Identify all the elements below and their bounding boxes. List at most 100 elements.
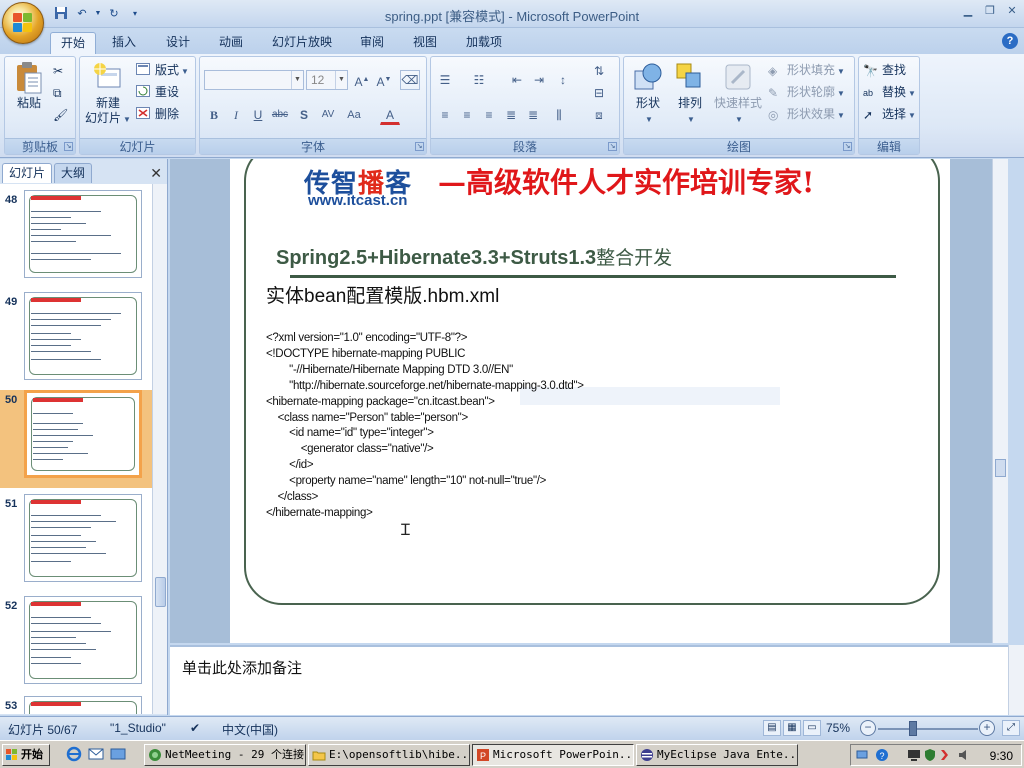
copy-button[interactable]: ⧉ [53, 83, 72, 101]
scrollbar-thumb[interactable] [155, 577, 166, 607]
zoom-out-icon[interactable]: − [860, 720, 876, 736]
tab-review[interactable]: 审阅 [350, 32, 394, 54]
notes-scrollbar[interactable] [1008, 645, 1024, 715]
network-icon[interactable] [855, 748, 869, 762]
select-button[interactable]: ➚ 选择 ▼ [863, 105, 916, 123]
code-block[interactable]: <?xml version="1.0" encoding="UTF-8"?> <… [266, 331, 584, 522]
notes-pane[interactable]: 单击此处添加备注 [170, 645, 1008, 715]
grow-font-button[interactable]: A▲ [352, 70, 372, 90]
zoom-level[interactable]: 75% [826, 721, 850, 735]
zoom-slider[interactable] [878, 728, 978, 730]
tab-view[interactable]: 视图 [403, 32, 447, 54]
layout-button[interactable]: 版式 ▼ [136, 61, 189, 79]
slide-thumbnail[interactable] [24, 696, 142, 714]
drawing-launcher-icon[interactable]: ↘ [843, 142, 852, 151]
show-desktop-icon[interactable] [110, 746, 126, 762]
decrease-indent-icon[interactable]: ⇤ [507, 70, 527, 90]
shape-fill-button[interactable]: ◈ 形状填充 ▼ [768, 61, 845, 79]
justify-icon[interactable]: ≣ [501, 105, 521, 125]
bullets-icon[interactable]: ☰ [435, 70, 455, 90]
line-spacing-icon[interactable]: ↕ [553, 70, 573, 90]
taskbar-item-powerpoint[interactable]: P Microsoft PowerPoin... [472, 744, 634, 766]
outlook-express-icon[interactable] [88, 746, 104, 762]
find-button[interactable]: 🔭 查找 [863, 61, 906, 79]
font-name-dropdown-icon[interactable]: ▼ [291, 71, 303, 89]
change-case-icon[interactable]: Aa [344, 105, 364, 125]
tab-outline[interactable]: 大纲 [54, 163, 93, 183]
cut-button[interactable]: ✂ [53, 61, 72, 79]
reset-button[interactable]: 重设 [136, 83, 179, 101]
taskbar-item-explorer[interactable]: E:\opensoftlib\hibe... [308, 744, 470, 766]
thumbnail-row[interactable]: 51 [0, 494, 152, 592]
bold-button[interactable]: B [204, 105, 224, 125]
font-size-dropdown-icon[interactable]: ▼ [335, 71, 347, 89]
shadow-button[interactable]: S [294, 105, 314, 125]
slide-thumbnail[interactable] [24, 292, 142, 380]
arrange-button[interactable]: 排列 ▼ [670, 61, 710, 127]
slideshow-view-icon[interactable]: ▭ [803, 720, 821, 736]
increase-indent-icon[interactable]: ⇥ [529, 70, 549, 90]
scrollbar-thumb[interactable] [995, 459, 1006, 477]
replace-button[interactable]: ab 替换 ▼ [863, 83, 916, 101]
clipboard-launcher-icon[interactable]: ↘ [64, 142, 73, 151]
internet-explorer-icon[interactable] [66, 746, 82, 762]
antivirus-icon[interactable] [939, 748, 953, 762]
fit-to-window-icon[interactable]: ⤢ [1002, 720, 1020, 736]
help-tray-icon[interactable]: ? [875, 748, 889, 762]
tab-addins[interactable]: 加载项 [456, 32, 512, 54]
close-button[interactable]: ✕ [1004, 4, 1020, 18]
zoom-slider-thumb[interactable] [909, 721, 917, 736]
slide-thumbnail[interactable] [24, 596, 142, 684]
font-name-combo[interactable]: ▼ [204, 70, 304, 90]
distributed-icon[interactable]: ≣ [523, 105, 543, 125]
align-center-icon[interactable]: ≡ [457, 105, 477, 125]
slide-heading[interactable]: 实体bean配置模版.hbm.xml [266, 281, 499, 308]
tab-design[interactable]: 设计 [156, 32, 200, 54]
align-right-icon[interactable]: ≡ [479, 105, 499, 125]
quick-styles-button[interactable]: 快速样式 ▼ [712, 61, 764, 127]
slide-thumbnail-selected[interactable] [24, 390, 142, 478]
spellcheck-icon[interactable]: ✔ [190, 721, 200, 735]
delete-button[interactable]: 删除 [136, 105, 179, 123]
shrink-font-button[interactable]: A▼ [374, 70, 394, 90]
volume-icon[interactable] [957, 748, 971, 762]
font-color-icon[interactable]: A [380, 105, 400, 125]
tab-slides[interactable]: 幻灯片 [2, 163, 53, 183]
paste-button[interactable]: 粘贴 [9, 61, 49, 111]
taskbar-item-netmeeting[interactable]: NetMeeting - 29 个连接 [144, 744, 306, 766]
thumbnail-row[interactable]: 52 [0, 596, 152, 694]
character-spacing-icon[interactable]: AV [318, 105, 338, 125]
restore-button[interactable]: ❐ [982, 4, 998, 18]
start-button[interactable]: 开始 [2, 744, 50, 766]
font-launcher-icon[interactable]: ↘ [415, 142, 424, 151]
display-icon[interactable] [907, 748, 921, 762]
text-direction-icon[interactable]: ⇅ [589, 61, 609, 81]
smartart-icon[interactable]: ⧈ [589, 105, 609, 125]
normal-view-icon[interactable]: ▤ [763, 720, 781, 736]
thumbnails-scrollbar[interactable] [152, 184, 167, 714]
format-painter-button[interactable]: 🖌 [53, 105, 72, 123]
help-icon[interactable]: ? [1002, 33, 1018, 49]
italic-button[interactable]: I [226, 105, 246, 125]
thumbnail-row[interactable]: 53 [0, 696, 152, 714]
font-size-combo[interactable]: 12 ▼ [306, 70, 348, 90]
slide-scrollbar[interactable] [992, 159, 1008, 643]
align-text-icon[interactable]: ⊟ [589, 83, 609, 103]
shape-effects-button[interactable]: ◎ 形状效果 ▼ [768, 105, 845, 123]
strikethrough-button[interactable]: abc [270, 105, 290, 125]
close-pane-icon[interactable]: ✕ [150, 165, 162, 182]
thumbnail-row-selected[interactable]: 50 [0, 390, 152, 488]
tab-insert[interactable]: 插入 [102, 32, 146, 54]
shield-icon[interactable] [923, 748, 937, 762]
paragraph-launcher-icon[interactable]: ↘ [608, 142, 617, 151]
thumbnail-row[interactable]: 48 [0, 190, 152, 288]
tab-home[interactable]: 开始 [50, 32, 97, 54]
slide-sorter-icon[interactable]: ▦ [783, 720, 801, 736]
minimize-button[interactable]: ▁ [960, 4, 976, 18]
align-left-icon[interactable]: ≡ [435, 105, 455, 125]
shape-outline-button[interactable]: ✎ 形状轮廓 ▼ [768, 83, 845, 101]
notes-placeholder[interactable]: 单击此处添加备注 [182, 657, 302, 678]
tab-slideshow[interactable]: 幻灯片放映 [262, 32, 342, 54]
numbering-icon[interactable]: ☷ [469, 70, 489, 90]
clear-formatting-button[interactable]: ⌫ [400, 70, 420, 90]
